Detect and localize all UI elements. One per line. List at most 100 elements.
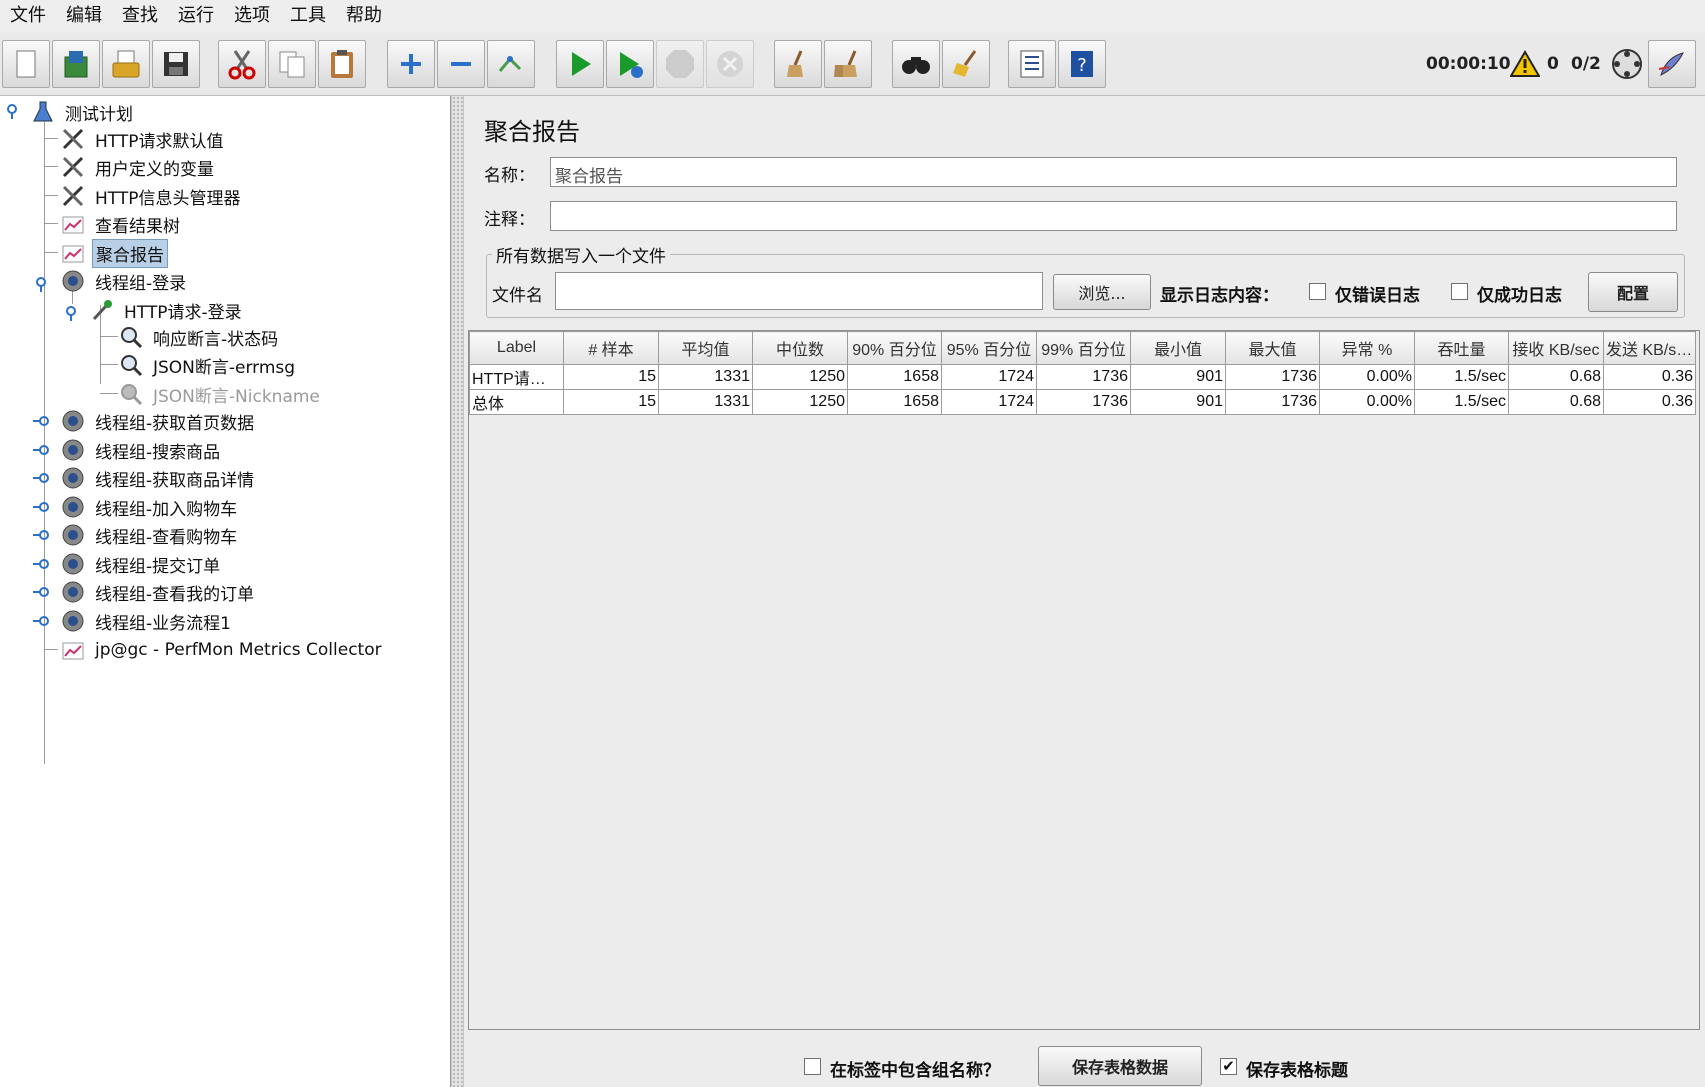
stop-icon xyxy=(666,50,694,78)
start-icon xyxy=(572,52,591,76)
tree-node-json-assertion-nickname[interactable]: JSON断言-Nickname xyxy=(118,381,323,407)
http-request-login-toggle[interactable] xyxy=(63,305,79,321)
cut-button[interactable] xyxy=(218,40,266,88)
search-button[interactable] xyxy=(892,40,940,88)
tree-node-http-defaults[interactable]: HTTP请求默认值 xyxy=(60,126,227,152)
column-header[interactable]: Label xyxy=(469,331,564,365)
column-header[interactable]: 平均值 xyxy=(658,331,753,365)
menu-options[interactable]: 选项 xyxy=(224,0,280,32)
tree-node-thread-group-my-orders[interactable]: 线程组-查看我的订单 xyxy=(60,579,257,605)
tree-node-label: 用户定义的变量 xyxy=(95,159,214,180)
table-row[interactable]: 总体 15 1331 1250 1658 1724 1736 901 1736 … xyxy=(469,389,1696,415)
panel-title: 聚合报告 xyxy=(484,118,580,146)
save-header-checkbox[interactable]: ✔ xyxy=(1220,1058,1237,1075)
menu-edit[interactable]: 编辑 xyxy=(56,0,112,32)
tree-node-thread-group-submit-order[interactable]: 线程组-提交订单 xyxy=(60,551,223,577)
tree-node-label: HTTP信息头管理器 xyxy=(95,188,241,209)
tree-node-header-manager[interactable]: HTTP信息头管理器 xyxy=(60,183,244,209)
copy-button[interactable] xyxy=(268,40,316,88)
column-header[interactable]: 中位数 xyxy=(752,331,848,365)
thread-group-home-toggle[interactable] xyxy=(33,413,49,429)
thread-group-add-cart-toggle[interactable] xyxy=(33,499,49,515)
tree-node-thread-group-login[interactable]: 线程组-登录 xyxy=(60,268,189,294)
warning-icon[interactable] xyxy=(1510,33,1540,95)
tree-node-label: 测试计划 xyxy=(65,104,133,125)
column-header[interactable]: 吞吐量 xyxy=(1414,331,1509,365)
save-button[interactable] xyxy=(152,40,200,88)
table-row[interactable]: HTTP请求-登录 15 1331 1250 1658 1724 1736 90… xyxy=(469,364,1696,390)
remote-engines-icon[interactable] xyxy=(1610,33,1644,95)
elapsed-timer: 00:00:10 xyxy=(1426,54,1511,74)
tree-node-thread-group-flow1[interactable]: 线程组-业务流程1 xyxy=(60,608,234,634)
shutdown-button[interactable] xyxy=(706,40,754,88)
save-table-data-button[interactable]: 保存表格数据 xyxy=(1038,1046,1202,1086)
tree-node-label: 线程组-业务流程1 xyxy=(95,613,231,634)
tree-node-thread-group-add-cart[interactable]: 线程组-加入购物车 xyxy=(60,494,240,520)
include-group-checkbox[interactable] xyxy=(804,1058,821,1075)
thread-group-flow1-toggle[interactable] xyxy=(33,613,49,629)
thread-group-submit-order-toggle[interactable] xyxy=(33,556,49,572)
tree-node-thread-group-view-cart[interactable]: 线程组-查看购物车 xyxy=(60,522,240,548)
reset-search-button[interactable] xyxy=(942,40,990,88)
column-header[interactable]: 最小值 xyxy=(1130,331,1226,365)
clear-all-button[interactable] xyxy=(824,40,872,88)
tree-node-label: 响应断言-状态码 xyxy=(153,329,279,350)
start-button[interactable] xyxy=(556,40,604,88)
assertion-magnifier-icon xyxy=(118,324,144,350)
comment-field[interactable] xyxy=(550,201,1677,231)
tree-node-json-assertion-errmsg[interactable]: JSON断言-errmsg xyxy=(118,352,298,378)
tree-node-http-request-login[interactable]: HTTP请求-登录 xyxy=(89,297,245,323)
tree-node-perfmon-collector[interactable]: jp@gc - PerfMon Metrics Collector xyxy=(60,637,385,663)
column-header[interactable]: 异常 % xyxy=(1319,331,1415,365)
open-button[interactable] xyxy=(102,40,150,88)
column-header[interactable]: 90% 百分位 xyxy=(847,331,942,365)
thread-group-search-toggle[interactable] xyxy=(33,442,49,458)
split-pane-divider[interactable] xyxy=(451,96,464,1087)
name-field[interactable]: 聚合报告 xyxy=(550,157,1677,187)
thread-group-login-toggle[interactable] xyxy=(33,276,49,292)
thread-group-my-orders-toggle[interactable] xyxy=(33,584,49,600)
column-header[interactable]: 发送 KB/sec xyxy=(1603,331,1696,365)
errors-only-checkbox[interactable] xyxy=(1309,283,1326,300)
tree-node-user-variables[interactable]: 用户定义的变量 xyxy=(60,154,217,180)
menu-search[interactable]: 查找 xyxy=(112,0,168,32)
browse-button[interactable]: 浏览... xyxy=(1053,274,1151,310)
templates-button[interactable] xyxy=(52,40,100,88)
filename-field[interactable] xyxy=(555,272,1043,310)
menu-run[interactable]: 运行 xyxy=(168,0,224,32)
tree-node-response-assertion[interactable]: 响应断言-状态码 xyxy=(118,324,281,350)
success-only-checkbox[interactable] xyxy=(1451,283,1468,300)
tree-node-test-plan[interactable]: 测试计划 xyxy=(30,99,136,125)
column-header[interactable]: 最大值 xyxy=(1225,331,1320,365)
tree-node-results-tree[interactable]: 查看结果树 xyxy=(60,211,183,237)
column-header[interactable]: 99% 百分位 xyxy=(1036,331,1131,365)
help-button[interactable]: ? xyxy=(1058,40,1106,88)
start-no-pause-button[interactable] xyxy=(606,40,654,88)
collapse-all-button[interactable] xyxy=(437,40,485,88)
column-header[interactable]: # 样本 xyxy=(563,331,659,365)
menu-bar: 文件 编辑 查找 运行 选项 工具 帮助 xyxy=(0,0,1705,32)
logger-button[interactable] xyxy=(1648,40,1696,88)
log-content-label: 显示日志内容： xyxy=(1160,286,1279,306)
tree-node-thread-group-home[interactable]: 线程组-获取首页数据 xyxy=(60,408,257,434)
menu-file[interactable]: 文件 xyxy=(0,0,56,32)
column-header[interactable]: 接收 KB/sec xyxy=(1508,331,1604,365)
tree-node-thread-group-search[interactable]: 线程组-搜索商品 xyxy=(60,437,223,463)
test-plan-toggle[interactable] xyxy=(4,103,20,119)
configure-button[interactable]: 配置 xyxy=(1588,272,1678,312)
tree-node-aggregate-report[interactable]: 聚合报告 xyxy=(60,238,168,268)
clear-button[interactable] xyxy=(774,40,822,88)
expand-all-button[interactable] xyxy=(387,40,435,88)
menu-tools[interactable]: 工具 xyxy=(280,0,336,32)
thread-group-detail-toggle[interactable] xyxy=(33,470,49,486)
table-cell: 1331 xyxy=(658,389,753,415)
stop-button[interactable] xyxy=(656,40,704,88)
toggle-button[interactable] xyxy=(487,40,535,88)
new-button[interactable] xyxy=(2,40,50,88)
menu-help[interactable]: 帮助 xyxy=(336,0,392,32)
function-helper-button[interactable] xyxy=(1008,40,1056,88)
paste-button[interactable] xyxy=(318,40,366,88)
thread-group-view-cart-toggle[interactable] xyxy=(33,527,49,543)
column-header[interactable]: 95% 百分位 xyxy=(941,331,1037,365)
tree-node-thread-group-detail[interactable]: 线程组-获取商品详情 xyxy=(60,465,257,491)
